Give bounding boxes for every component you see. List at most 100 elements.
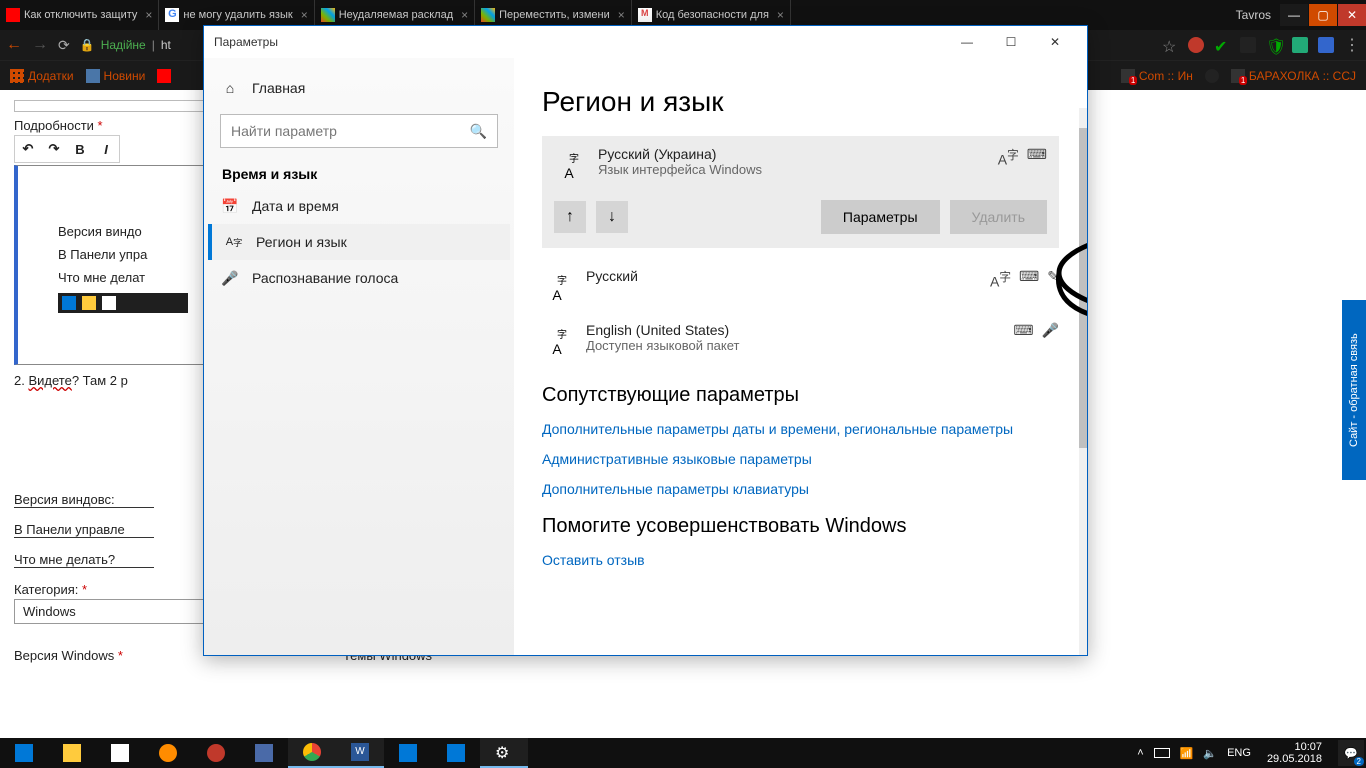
star-icon[interactable]: ☆ [1162,37,1178,53]
taskbar-app-chrome[interactable] [288,738,336,768]
taskbar-app[interactable] [432,738,480,768]
steam-icon [1205,69,1219,83]
tab-label: Как отключить защиту [24,9,137,21]
minimize-button[interactable]: — [945,26,989,58]
language-icon: 字A [542,326,572,356]
language-subtitle: Язык интерфейса Windows [598,162,762,177]
youtube-icon [157,69,171,83]
options-button[interactable]: Параметры [821,200,940,234]
battery-icon[interactable] [1154,748,1170,758]
minimize-button[interactable]: — [1280,4,1308,26]
move-up-button[interactable]: ↑ [554,201,586,233]
tab-label: не могу удалить язык [183,9,292,21]
taskbar-app[interactable] [384,738,432,768]
extension-icon[interactable] [1240,37,1256,53]
bookmark-item[interactable]: БАРАХОЛКА :: CCJ 1 [1231,69,1356,83]
language-indicator[interactable]: ENG [1227,747,1251,759]
sidebar-item-speech[interactable]: 🎤 Распознавание голоса [208,260,510,296]
start-button[interactable] [0,738,48,768]
apps-icon [10,69,24,83]
language-row[interactable]: 字A English (United States) Доступен язык… [542,312,1059,366]
taskbar-app[interactable] [48,738,96,768]
word-icon: W [351,743,369,761]
display-lang-icon: A字 [990,268,1011,290]
wifi-icon[interactable]: 📶 [1180,747,1194,760]
move-down-button[interactable]: ↓ [596,201,628,233]
bookmark-label: Додатки [28,69,74,83]
taskbar-app-word[interactable]: W [336,738,384,768]
language-row[interactable]: 字A Русский A字 ⌨ ✎ [542,258,1059,312]
back-button[interactable]: ← [6,36,22,54]
extension-icon[interactable]: 🛡 [1266,37,1282,53]
related-link[interactable]: Дополнительные параметры клавиатуры [542,481,1059,497]
keyboard-icon: ⌨ [1019,268,1039,290]
page-line: Что мне делать? [14,552,154,568]
redo-button[interactable]: ↷ [43,138,65,160]
save-icon [255,744,273,762]
browser-tab[interactable]: Как отключить защиту × [0,0,159,30]
page-heading: Регион и язык [542,86,1059,118]
language-icon: 字A [554,150,584,180]
taskbar-app-settings[interactable]: ⚙ [480,738,528,768]
lock-icon: 🔒 [80,38,95,52]
opera-icon [207,744,225,762]
action-center-button[interactable]: 💬 2 [1338,740,1364,766]
sidebar-label: Регион и язык [256,234,347,250]
language-title: Русский (Украина) [598,146,762,162]
bookmark-item[interactable] [157,69,171,83]
apps-button[interactable]: Додатки [10,69,74,83]
related-link[interactable]: Административные языковые параметры [542,451,1059,467]
extension-icon[interactable] [1188,37,1204,53]
extension-icon[interactable]: ✔ [1214,37,1230,53]
forward-button: → [32,36,48,54]
sidebar-home[interactable]: ⌂ Главная [208,70,510,106]
bookmark-item[interactable]: Новини [86,69,146,83]
sidebar-item-datetime[interactable]: 📅 Дата и время [208,188,510,224]
close-icon[interactable]: × [301,8,308,22]
close-button[interactable]: ✕ [1033,26,1077,58]
reload-button[interactable]: ⟳ [58,37,70,54]
maximize-button[interactable]: ▢ [1309,4,1337,26]
settings-search[interactable]: Найти параметр 🔍 [220,114,498,148]
undo-button[interactable]: ↶ [17,138,39,160]
gmail-icon: M [638,8,652,22]
feedback-tab[interactable]: Сайт - обратная связь [1342,300,1366,480]
rte-toolbar: ↶ ↷ B I [14,135,120,163]
tab-label: Переместить, измени [499,9,610,21]
related-link[interactable]: Дополнительные параметры даты и времени,… [542,421,1059,437]
close-icon[interactable]: × [618,8,625,22]
taskbar-app[interactable] [240,738,288,768]
bookmark-item[interactable]: Com :: Ин 1 [1121,69,1193,83]
language-card-selected[interactable]: 字A Русский (Украина) Язык интерфейса Win… [542,136,1059,248]
scrollbar[interactable] [1079,108,1087,655]
menu-icon[interactable]: ⋮ [1344,35,1360,55]
extension-icon[interactable] [1318,37,1334,53]
feedback-link[interactable]: Оставить отзыв [542,552,1059,568]
close-icon[interactable]: × [461,8,468,22]
volume-icon[interactable]: 🔈 [1203,747,1217,760]
gear-icon: ⚙ [495,743,513,761]
bold-button[interactable]: B [69,138,91,160]
remove-button: Удалить [950,200,1047,234]
page-line: Версия виндовс: [14,492,154,508]
maximize-button[interactable]: ☐ [989,26,1033,58]
language-icon: 字A [542,272,572,302]
close-icon[interactable]: × [777,8,784,22]
microphone-icon: 🎤 [222,270,238,286]
taskbar-app[interactable] [192,738,240,768]
window-title: Параметры [214,35,278,49]
sidebar-item-region[interactable]: A字 Регион и язык [208,224,510,260]
taskbar-app[interactable] [96,738,144,768]
close-icon[interactable]: × [145,8,152,22]
tray-chevron-icon[interactable]: ˄ [1137,747,1143,759]
taskbar-clock[interactable]: 10:07 29.05.2018 [1261,741,1328,765]
windows-icon [15,744,33,762]
extension-icon[interactable] [1292,37,1308,53]
close-window-button[interactable]: ✕ [1338,4,1366,26]
bookmark-item[interactable] [1205,69,1219,83]
taskbar-app[interactable] [144,738,192,768]
italic-button[interactable]: I [95,138,117,160]
user-name: Tavros [1228,8,1279,22]
sidebar-label: Дата и время [252,198,339,214]
sidebar-section-title: Время и язык [208,166,510,188]
